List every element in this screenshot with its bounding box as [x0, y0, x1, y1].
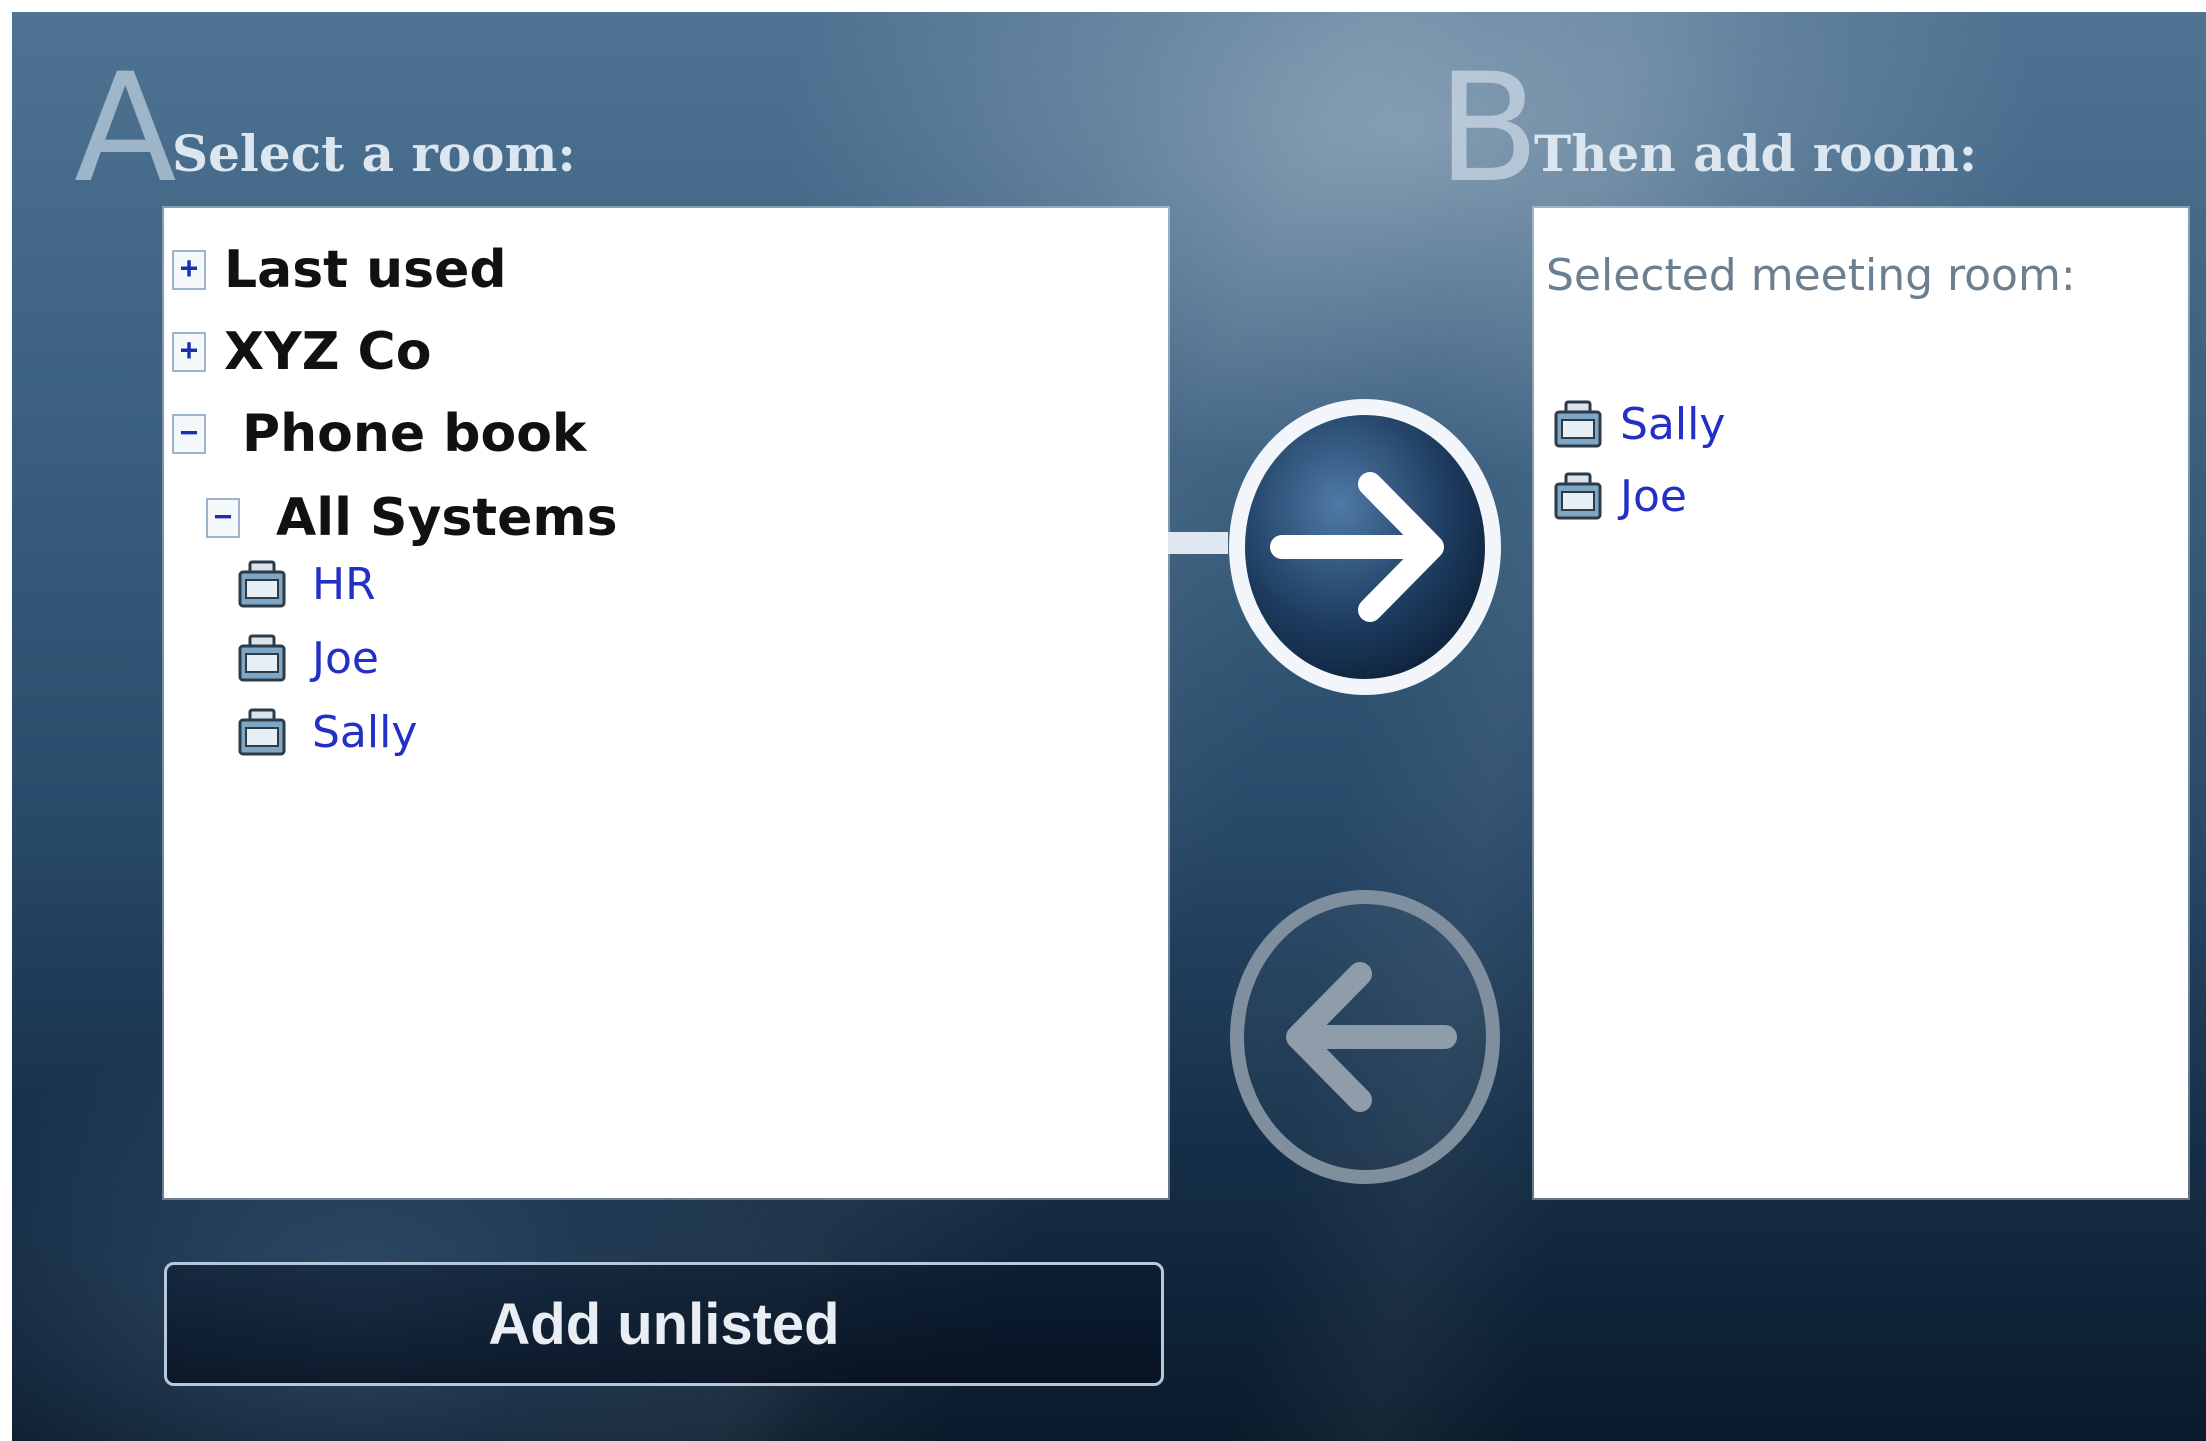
- tree-node-all-systems[interactable]: − All Systems: [206, 488, 618, 548]
- room-label: HR: [312, 558, 376, 610]
- room-label: Joe: [312, 632, 379, 684]
- room-label: Joe: [1620, 470, 1687, 522]
- selected-rooms-title: Selected meeting room:: [1546, 250, 2076, 301]
- room-tree-panel: + Last used + XYZ Co − Phone book − All …: [164, 208, 1168, 1198]
- step-a-letter: A: [74, 42, 177, 216]
- room-icon: [238, 708, 286, 756]
- selected-rooms-panel: [1534, 208, 2188, 1198]
- room-icon: [1554, 400, 1602, 448]
- selected-room-sally[interactable]: Sally: [1552, 398, 1725, 450]
- collapse-toggle[interactable]: −: [206, 498, 240, 538]
- collapse-toggle[interactable]: −: [172, 414, 206, 454]
- room-item-sally[interactable]: Sally: [236, 706, 417, 758]
- room-item-joe[interactable]: Joe: [236, 632, 379, 684]
- expand-toggle[interactable]: +: [172, 250, 206, 290]
- arrow-right-icon: [1229, 399, 1501, 695]
- room-label: Sally: [312, 706, 418, 758]
- add-unlisted-button[interactable]: Add unlisted: [164, 1262, 1164, 1386]
- add-room-button[interactable]: [1220, 392, 1510, 702]
- room-item-hr[interactable]: HR: [236, 558, 376, 610]
- tree-node-phone-book[interactable]: − Phone book: [172, 404, 587, 464]
- room-icon: [238, 560, 286, 608]
- tree-node-label: All Systems: [276, 488, 618, 548]
- tree-node-label: Phone book: [242, 404, 587, 464]
- room-label: Sally: [1620, 398, 1726, 450]
- connector-line: [1168, 532, 1228, 554]
- room-selection-screen: A Select a room: B Then add room: + Last…: [12, 12, 2206, 1441]
- add-room-title: Then add room:: [1534, 124, 1978, 183]
- arrow-left-icon: [1230, 890, 1500, 1184]
- tree-node-xyz-co[interactable]: + XYZ Co: [172, 322, 431, 382]
- tree-node-label: Last used: [224, 240, 507, 300]
- expand-toggle[interactable]: +: [172, 332, 206, 372]
- select-room-title: Select a room:: [172, 124, 576, 183]
- tree-node-last-used[interactable]: + Last used: [172, 240, 507, 300]
- remove-room-button[interactable]: [1220, 882, 1510, 1192]
- step-b-letter: B: [1437, 42, 1540, 216]
- room-icon: [238, 634, 286, 682]
- tree-node-label: XYZ Co: [224, 322, 432, 382]
- selected-room-joe[interactable]: Joe: [1552, 470, 1687, 522]
- room-icon: [1554, 472, 1602, 520]
